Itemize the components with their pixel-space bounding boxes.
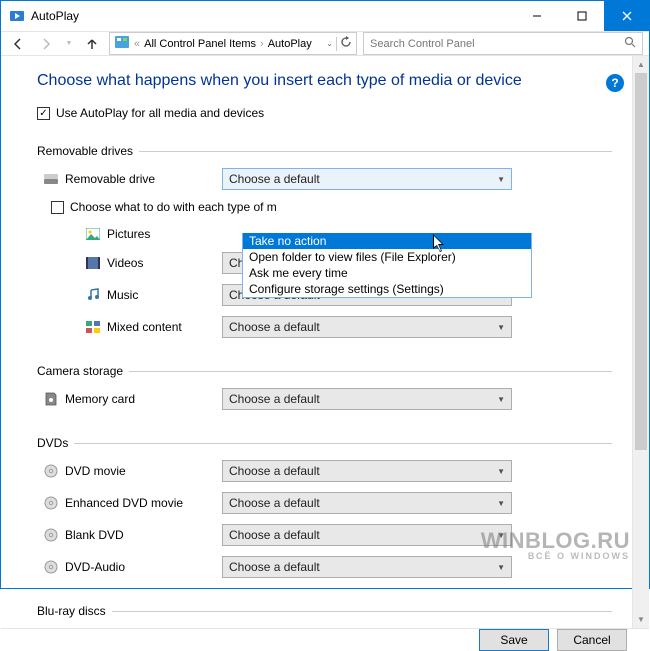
music-icon — [85, 287, 101, 303]
dropdown-item[interactable]: Open folder to view files (File Explorer… — [243, 249, 531, 265]
scroll-down-button[interactable]: ▼ — [633, 611, 649, 628]
up-button[interactable] — [81, 33, 103, 55]
close-button[interactable] — [604, 1, 649, 31]
section-camera-storage: Camera storage Memory card Choose a defa… — [37, 364, 612, 420]
section-legend: Blu-ray discs — [37, 604, 112, 618]
chevron-down-icon: ▼ — [497, 323, 505, 332]
device-removable-drive: Removable drive — [37, 171, 222, 187]
section-dvds: DVDs DVD movie Choose a default▼ Enhance… — [37, 436, 612, 588]
chevron-down-icon: ▼ — [497, 395, 505, 404]
media-type-check-label: Choose what to do with each type of m — [70, 200, 277, 214]
refresh-icon[interactable] — [340, 36, 352, 51]
device-dvd-audio: DVD-Audio — [37, 559, 222, 575]
device-dvd-movie: DVD movie — [37, 463, 222, 479]
pictures-icon — [85, 226, 101, 242]
disc-icon — [43, 527, 59, 543]
control-panel-icon — [114, 34, 130, 53]
section-legend: DVDs — [37, 436, 74, 450]
combo-blank-dvd[interactable]: Choose a default▼ — [222, 524, 512, 546]
forward-button[interactable] — [35, 33, 57, 55]
breadcrumb-prefix: « — [134, 38, 140, 50]
chevron-down-icon: ▼ — [497, 531, 505, 540]
footer: Save Cancel — [1, 628, 649, 651]
video-icon — [85, 255, 101, 271]
autoplay-icon — [9, 8, 25, 24]
cancel-button[interactable]: Cancel — [557, 629, 627, 651]
recent-dropdown-button[interactable]: ▼ — [63, 33, 75, 55]
device-mixed-content: Mixed content — [37, 319, 222, 335]
chevron-down-icon: ▼ — [497, 467, 505, 476]
dropdown-item[interactable]: Take no action — [243, 233, 531, 249]
scroll-thumb[interactable] — [635, 73, 647, 450]
device-blank-dvd: Blank DVD — [37, 527, 222, 543]
chevron-down-icon: ▼ — [497, 563, 505, 572]
device-memory-card: Memory card — [37, 391, 222, 407]
chevron-right-icon: › — [260, 38, 264, 50]
section-legend: Removable drives — [37, 144, 139, 158]
window-buttons — [514, 1, 649, 31]
mixed-content-icon — [85, 319, 101, 335]
drive-icon — [43, 171, 59, 187]
use-autoplay-label: Use AutoPlay for all media and devices — [56, 106, 264, 120]
device-enhanced-dvd-movie: Enhanced DVD movie — [37, 495, 222, 511]
disc-icon — [43, 559, 59, 575]
chevron-down-icon: ▼ — [497, 175, 505, 184]
search-input[interactable]: Search Control Panel — [363, 32, 643, 55]
breadcrumb-item[interactable]: All Control Panel Items — [144, 38, 256, 50]
section-bluray-discs: Blu-ray discs — [37, 604, 612, 628]
minimize-button[interactable] — [514, 1, 559, 31]
dropdown-removable-drive: Take no action Open folder to view files… — [242, 233, 532, 298]
window: AutoPlay ▼ « All Control Panel Items › A… — [0, 0, 650, 589]
disc-icon — [43, 463, 59, 479]
device-music: Music — [37, 287, 222, 303]
back-button[interactable] — [7, 33, 29, 55]
scroll-area: ? Choose what happens when you insert ea… — [1, 56, 632, 628]
combo-dvd-movie[interactable]: Choose a default▼ — [222, 460, 512, 482]
titlebar: AutoPlay — [1, 1, 649, 31]
address-bar[interactable]: « All Control Panel Items › AutoPlay ⌄ — [109, 32, 357, 55]
chevron-down-icon: ▼ — [497, 499, 505, 508]
scroll-track[interactable] — [633, 73, 649, 611]
device-pictures: Pictures — [37, 226, 222, 242]
search-placeholder: Search Control Panel — [370, 38, 475, 50]
use-autoplay-checkbox-row[interactable]: ✓ Use AutoPlay for all media and devices — [37, 106, 612, 120]
device-videos: Videos — [37, 255, 222, 271]
search-icon — [624, 36, 636, 51]
scroll-up-button[interactable]: ▲ — [633, 56, 649, 73]
window-title: AutoPlay — [31, 9, 514, 23]
help-icon[interactable]: ? — [606, 74, 624, 92]
dropdown-item[interactable]: Configure storage settings (Settings) — [243, 281, 531, 297]
combo-removable-drive[interactable]: Choose a default ▼ — [222, 168, 512, 190]
disc-icon — [43, 495, 59, 511]
maximize-button[interactable] — [559, 1, 604, 31]
section-legend: Camera storage — [37, 364, 129, 378]
navbar: ▼ « All Control Panel Items › AutoPlay ⌄… — [1, 31, 649, 56]
vertical-scrollbar[interactable]: ▲ ▼ — [632, 56, 649, 628]
combo-enhanced-dvd-movie[interactable]: Choose a default▼ — [222, 492, 512, 514]
dropdown-item[interactable]: Ask me every time — [243, 265, 531, 281]
media-type-checkbox-row[interactable]: Choose what to do with each type of m — [51, 200, 612, 214]
page-heading: Choose what happens when you insert each… — [37, 72, 612, 90]
checkbox-icon[interactable]: ✓ — [37, 107, 50, 120]
combo-memory-card[interactable]: Choose a default▼ — [222, 388, 512, 410]
breadcrumb-item[interactable]: AutoPlay — [268, 38, 312, 50]
content: ? Choose what happens when you insert ea… — [1, 56, 649, 628]
combo-mixed-content[interactable]: Choose a default▼ — [222, 316, 512, 338]
checkbox-icon[interactable] — [51, 201, 64, 214]
memory-card-icon — [43, 391, 59, 407]
combo-dvd-audio[interactable]: Choose a default▼ — [222, 556, 512, 578]
save-button[interactable]: Save — [479, 629, 549, 651]
address-dropdown-icon[interactable]: ⌄ — [326, 39, 333, 48]
